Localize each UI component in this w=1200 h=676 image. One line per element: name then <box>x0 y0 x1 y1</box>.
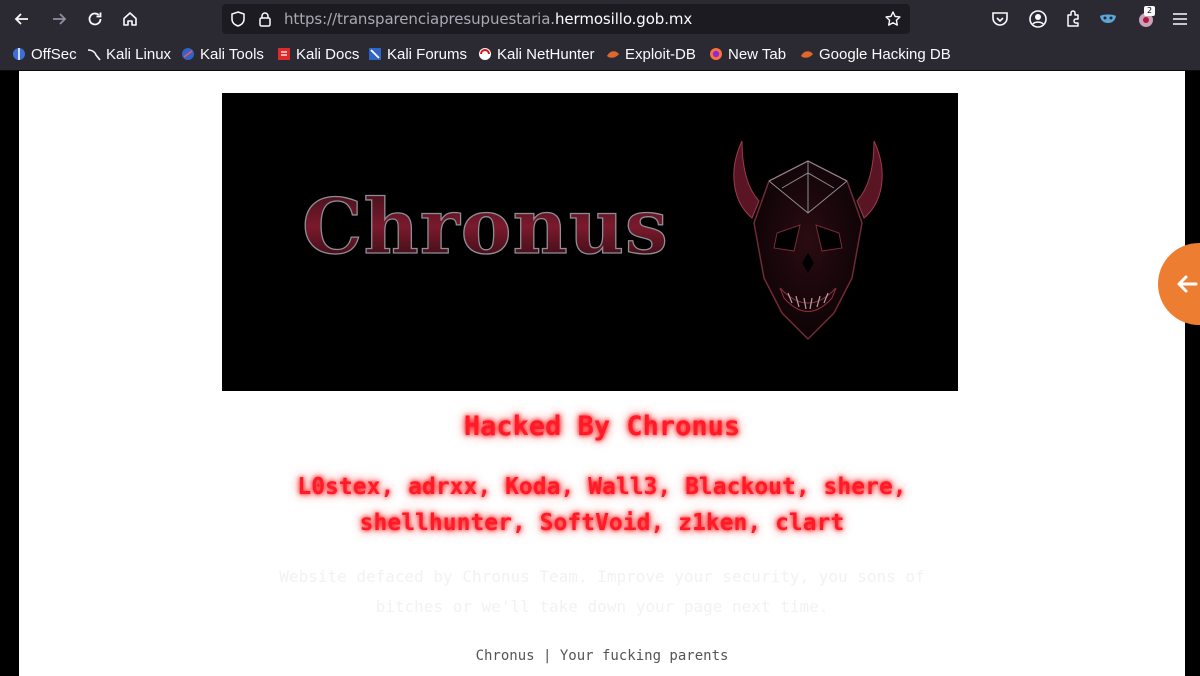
url-domain: hermosillo.gob.mx <box>554 10 693 28</box>
nethunter-icon <box>479 48 491 60</box>
browser-toolbar: https://transparenciapresupuestaria.herm… <box>0 0 1200 38</box>
kali-forums-icon <box>369 48 381 60</box>
bookmark-label: OffSec <box>31 45 77 63</box>
banner-title: Chronus <box>302 182 669 271</box>
firefox-icon <box>710 48 722 60</box>
bookmark-label: Kali Tools <box>200 45 264 63</box>
reload-icon <box>88 12 102 26</box>
message-line-2: bitches or we'll take down your page nex… <box>375 597 829 616</box>
home-icon <box>123 12 137 26</box>
bookmark-label: Kali NetHunter <box>497 45 595 63</box>
bookmark-label: Kali Linux <box>106 45 172 63</box>
url-text[interactable]: https://transparenciapresupuestaria.herm… <box>284 10 692 28</box>
account-icon[interactable] <box>1028 9 1048 29</box>
kali-docs-icon <box>278 48 290 60</box>
bookmark-offsec[interactable]: OffSec <box>12 45 77 63</box>
bookmark-kali-docs[interactable]: Kali Docs <box>277 45 359 63</box>
url-prefix: https://transparenciapresupuestaria. <box>284 10 555 28</box>
kali-dragon-icon <box>87 49 101 61</box>
bookmark-kali-nethunter[interactable]: Kali NetHunter <box>478 45 595 63</box>
defacement-message: Website defaced by Chronus Team. Improve… <box>19 562 1185 622</box>
arrow-left-icon <box>14 13 28 25</box>
forward-button[interactable] <box>45 5 73 33</box>
bookmark-exploit-db[interactable]: Exploit-DB <box>606 45 696 63</box>
page-footer: Chronus | Your fucking parents <box>475 648 729 664</box>
ghdb-icon <box>801 51 813 58</box>
kali-tools-icon <box>182 48 194 60</box>
bookmark-kali-forums[interactable]: Kali Forums <box>368 45 467 63</box>
offsec-icon <box>13 48 25 60</box>
bookmark-kali-linux[interactable]: Kali Linux <box>87 45 171 63</box>
members-line-1: L0stex, adrxx, Koda, Wall3, Blackout, sh… <box>297 474 907 500</box>
defacement-banner: Chronus <box>222 93 958 391</box>
bookmark-label: Exploit-DB <box>625 45 696 63</box>
hacker-members: L0stex, adrxx, Koda, Wall3, Blackout, sh… <box>19 469 1185 541</box>
exploit-db-icon <box>607 51 619 58</box>
extension-badge: 2 <box>1144 6 1156 16</box>
arrow-left-icon <box>1177 275 1198 293</box>
extensions-icon[interactable] <box>1063 9 1083 29</box>
arrow-right-icon <box>53 13 67 25</box>
bookmark-google-hacking-db[interactable]: Google Hacking DB <box>800 45 951 63</box>
hacked-headline: Hacked By Chronus <box>463 411 741 442</box>
home-button[interactable] <box>116 5 144 33</box>
bookmark-label: New Tab <box>728 45 787 63</box>
bookmark-star-icon[interactable] <box>884 10 902 28</box>
page-content: Chronus Hacked By Chronus L0stex, adrxx,… <box>19 71 1185 676</box>
bookmark-label: Kali Forums <box>387 45 468 63</box>
bookmark-label: Google Hacking DB <box>819 45 951 63</box>
members-line-2: shellhunter, SoftVoid, z1ken, clart <box>359 510 845 536</box>
url-bar[interactable]: https://transparenciapresupuestaria.herm… <box>222 4 910 34</box>
pocket-icon[interactable] <box>990 9 1010 29</box>
demon-skull-icon <box>733 140 883 341</box>
tracking-shield-icon[interactable] <box>229 10 247 28</box>
back-button[interactable] <box>8 5 36 33</box>
mask-extension-icon[interactable] <box>1098 9 1118 29</box>
banner-artwork: Chronus <box>301 140 883 341</box>
message-line-1: Website defaced by Chronus Team. Improve… <box>279 567 925 586</box>
lock-icon[interactable] <box>256 10 274 28</box>
bookmark-kali-tools[interactable]: Kali Tools <box>181 45 264 63</box>
menu-icon[interactable] <box>1170 9 1190 29</box>
bookmarks-bar: OffSec Kali Linux Kali Tools Kali Docs K… <box>0 38 1200 71</box>
bookmark-new-tab[interactable]: New Tab <box>709 45 786 63</box>
reload-button[interactable] <box>81 5 109 33</box>
bookmark-label: Kali Docs <box>296 45 360 63</box>
